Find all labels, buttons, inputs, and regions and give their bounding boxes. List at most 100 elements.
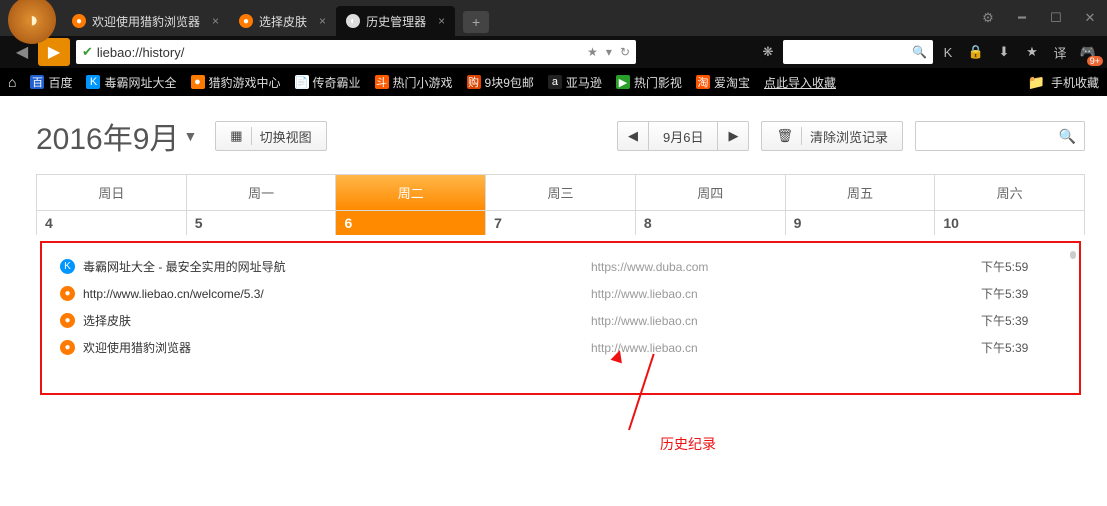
current-date-label[interactable]: 9月6日 [649, 121, 718, 151]
home-icon[interactable]: ⌂ [8, 74, 16, 90]
bookmark-icon: 淘 [696, 75, 710, 89]
caret-down-icon: ▼ [183, 128, 197, 144]
tab-1[interactable]: ●选择皮肤× [229, 6, 336, 36]
mobile-favorites-label: 手机收藏 [1051, 74, 1099, 91]
star2-icon[interactable]: ★ [1019, 40, 1045, 64]
search-input[interactable]: 🔍 [783, 40, 933, 64]
date-cell[interactable]: 10 [935, 211, 1084, 235]
maximize-button[interactable]: ☐ [1039, 4, 1073, 32]
history-row[interactable]: ●http://www.liebao.cn/welcome/5.3/http:/… [60, 280, 1061, 307]
weekday-header: 周三 [486, 175, 636, 210]
folder-icon: 📁 [1028, 74, 1045, 91]
tab-close-icon[interactable]: × [319, 14, 326, 28]
date-cell[interactable]: 4 [37, 211, 187, 235]
toolbar-right: ❋ 🔍 K 🔒 ⬇ ★ 译 🎮9+ [755, 40, 1101, 64]
history-url: https://www.duba.com [591, 260, 973, 274]
annotation-label: 历史纪录 [660, 434, 716, 454]
lock-icon[interactable]: 🔒 [963, 40, 989, 64]
scrollbar[interactable] [1070, 251, 1076, 259]
bookmarks-right[interactable]: 📁 手机收藏 [1028, 74, 1099, 91]
bookmark-0[interactable]: 百百度 [30, 74, 72, 91]
bookmark-5[interactable]: 购9块9包邮 [467, 74, 534, 91]
url-text: liebao://history/ [97, 45, 184, 60]
tab-label: 欢迎使用猎豹浏览器 [92, 13, 200, 30]
bookmark-7[interactable]: ▶ 热门影视 [616, 74, 682, 91]
bookmark-3[interactable]: 📄传奇霸业 [295, 74, 361, 91]
page-title[interactable]: 2016年9月 ▼ [36, 114, 197, 158]
bookmark-label: 爱淘宝 [714, 74, 750, 91]
close-button[interactable]: ✕ [1073, 4, 1107, 32]
clear-history-button[interactable]: 🗑 清除浏览记录 [761, 121, 903, 151]
search-icon: 🔍 [912, 45, 927, 59]
history-favicon-icon: ● [60, 340, 75, 355]
history-favicon-icon: K [60, 259, 75, 274]
page-header: 2016年9月 ▼ ▦ 切换视图 ◀ 9月6日 ▶ 🗑 清除浏览记录 🔍 [36, 114, 1085, 158]
forward-button[interactable]: ▶ [38, 38, 70, 66]
history-row[interactable]: ●欢迎使用猎豹浏览器http://www.liebao.cn下午5:39 [60, 334, 1061, 361]
tab-strip: ◑ ●欢迎使用猎豹浏览器×●选择皮肤×◐历史管理器× + ⚙ ━ ☐ ✕ [0, 0, 1107, 36]
bookmark-label: 热门影视 [634, 74, 682, 91]
bookmark-icon: 斗 [375, 75, 389, 89]
bookmark-icon: K [86, 75, 100, 89]
date-cell[interactable]: 8 [636, 211, 786, 235]
date-nav: ◀ 9月6日 ▶ [617, 121, 749, 151]
translate-icon[interactable]: 译 [1047, 40, 1073, 64]
toggle-view-button[interactable]: ▦ 切换视图 [215, 121, 326, 151]
calendar-icon: ▦ [230, 128, 242, 144]
history-title: 选择皮肤 [83, 312, 583, 329]
address-bar[interactable]: ✔ liebao://history/ ★ ▾ ↻ [76, 40, 636, 64]
bookmark-label: 点此导入收藏 [764, 74, 836, 91]
tab-favicon-icon: ● [239, 14, 253, 28]
tab-0[interactable]: ●欢迎使用猎豹浏览器× [62, 6, 229, 36]
bookmark-icon: 📄 [295, 75, 309, 89]
new-tab-button[interactable]: + [463, 11, 489, 33]
history-title: 毒霸网址大全 - 最安全实用的网址导航 [83, 258, 583, 275]
date-cell[interactable]: 5 [187, 211, 337, 235]
bookmark-9[interactable]: 点此导入收藏 [764, 74, 836, 91]
tab-label: 历史管理器 [366, 13, 426, 30]
history-favicon-icon: ● [60, 286, 75, 301]
bookmark-label: 9块9包邮 [485, 74, 534, 91]
ext-k-icon[interactable]: K [935, 40, 961, 64]
weekday-header: 周日 [37, 175, 187, 210]
history-row[interactable]: K 毒霸网址大全 - 最安全实用的网址导航 https://www.duba.com… [60, 253, 1061, 280]
date-cell[interactable]: 6 [336, 211, 486, 235]
bookmark-1[interactable]: K 毒霸网址大全 [86, 74, 176, 91]
search-engine-icon[interactable]: ❋ [755, 40, 781, 64]
minimize-button[interactable]: ━ [1005, 4, 1039, 32]
history-page: 2016年9月 ▼ ▦ 切换视图 ◀ 9月6日 ▶ 🗑 清除浏览记录 🔍 周 [0, 96, 1107, 395]
download-icon[interactable]: ⬇ [991, 40, 1017, 64]
game-icon[interactable]: 🎮9+ [1075, 40, 1101, 64]
search-icon: 🔍 [1059, 128, 1076, 145]
prev-date-button[interactable]: ◀ [617, 121, 649, 151]
date-cell[interactable]: 7 [486, 211, 636, 235]
tab-2[interactable]: ◐历史管理器× [336, 6, 455, 36]
badge-count: 9+ [1087, 56, 1103, 66]
history-url: http://www.liebao.cn [591, 287, 973, 301]
bookmark-label: 毒霸网址大全 [104, 74, 176, 91]
bookmark-4[interactable]: 斗热门小游戏 [375, 74, 453, 91]
bookmark-2[interactable]: ●猎豹游戏中心 [191, 74, 281, 91]
bookmark-label: 热门小游戏 [393, 74, 453, 91]
settings-icon[interactable]: ⚙ [971, 4, 1005, 32]
weekday-header: 周四 [636, 175, 786, 210]
date-cell[interactable]: 9 [786, 211, 936, 235]
bookmark-icon: ▶ [616, 75, 630, 89]
tab-close-icon[interactable]: × [438, 14, 445, 28]
history-row[interactable]: ●选择皮肤http://www.liebao.cn下午5:39 [60, 307, 1061, 334]
history-time: 下午5:59 [981, 258, 1061, 275]
bookmark-label: 猎豹游戏中心 [209, 74, 281, 91]
bookmarks-bar: ⌂ 百百度 K 毒霸网址大全 ●猎豹游戏中心 📄传奇霸业斗热门小游戏购9块9包邮 a亚马逊… [0, 68, 1107, 96]
trash-icon: 🗑 [776, 128, 793, 144]
star-icon[interactable]: ★ [587, 45, 598, 59]
url-dropdown-icon[interactable]: ▾ [606, 45, 612, 59]
bookmark-8[interactable]: 淘爱淘宝 [696, 74, 750, 91]
weekday-header: 周五 [786, 175, 936, 210]
bookmark-6[interactable]: a亚马逊 [548, 74, 602, 91]
secure-icon: ✔ [82, 44, 93, 60]
history-search-input[interactable]: 🔍 [915, 121, 1085, 151]
next-date-button[interactable]: ▶ [718, 121, 749, 151]
tab-close-icon[interactable]: × [212, 14, 219, 28]
history-favicon-icon: ● [60, 313, 75, 328]
refresh-icon[interactable]: ↻ [620, 45, 630, 59]
